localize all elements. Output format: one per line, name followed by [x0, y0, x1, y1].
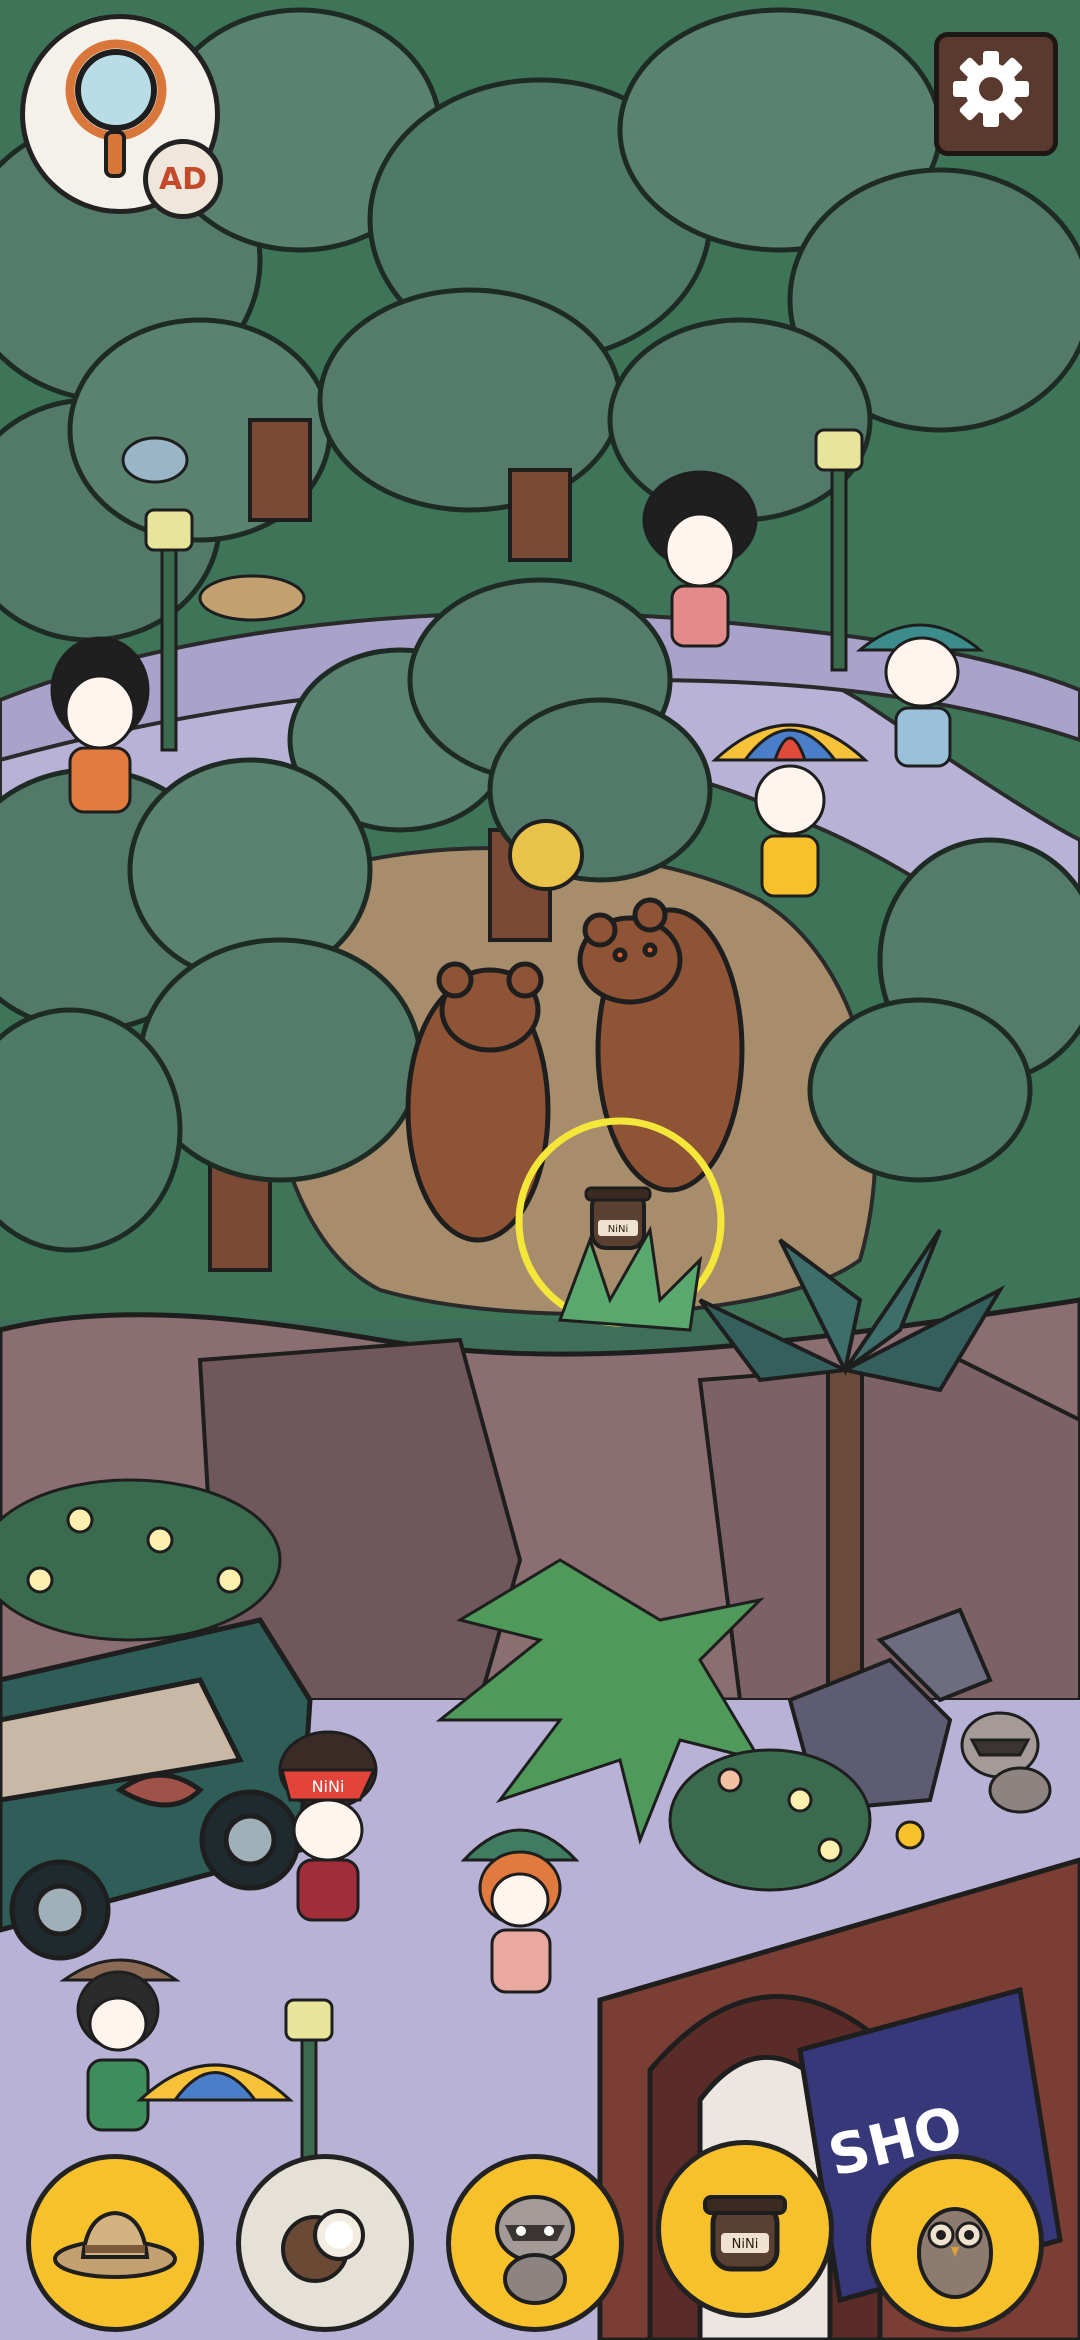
flower-bush-left: [0, 1478, 282, 1642]
gear-icon: [953, 51, 1029, 127]
owl-icon: [917, 2207, 993, 2299]
slot-honey-pot[interactable]: NiNi: [656, 2140, 834, 2318]
slot-honey-pot-label: NiNi: [732, 2237, 759, 2252]
hint-button[interactable]: AD: [20, 14, 223, 219]
raccoon-icon: [495, 2195, 575, 2305]
honey-pot-label: NiNi: [608, 1224, 629, 1235]
zoo-scene[interactable]: NiNi NiNi SHO: [0, 0, 1080, 2340]
ad-badge: AD: [143, 139, 223, 219]
blue-bird[interactable]: [121, 436, 189, 484]
hidden-honey-pot[interactable]: NiNi: [584, 1186, 652, 1250]
slot-safari-hat[interactable]: [26, 2154, 204, 2332]
safari-hat-icon: [53, 2210, 177, 2279]
cap-label: NiNi: [312, 1777, 345, 1796]
hidden-safari-hat[interactable]: [198, 574, 306, 622]
coconut-icon: [281, 2209, 365, 2283]
item-bar: NiNi: [0, 2140, 1080, 2340]
slot-raccoon[interactable]: [446, 2154, 624, 2332]
settings-button[interactable]: [934, 32, 1058, 156]
honey-pot-icon: NiNi: [703, 2195, 787, 2272]
slot-owl[interactable]: [866, 2154, 1044, 2332]
slot-coconut[interactable]: [236, 2154, 414, 2332]
beehive[interactable]: [508, 819, 584, 891]
